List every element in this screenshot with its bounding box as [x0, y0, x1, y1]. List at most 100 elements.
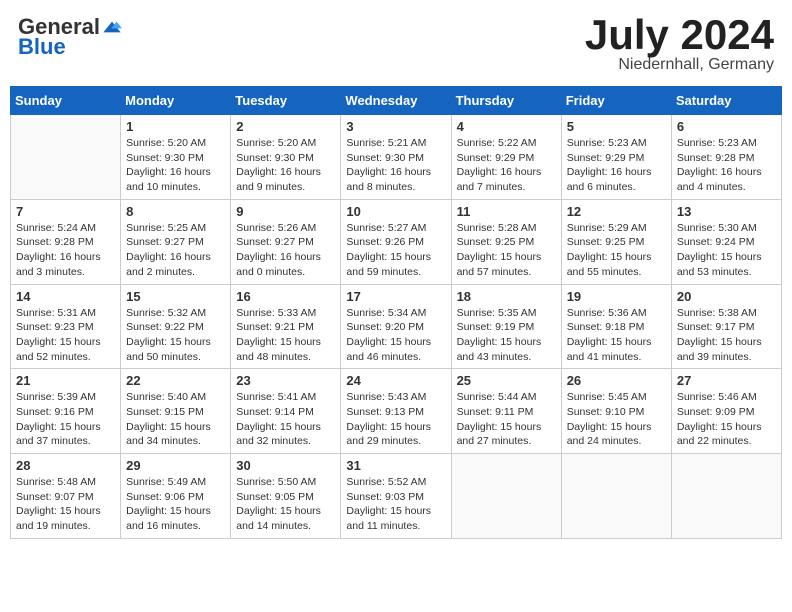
- day-number: 20: [677, 289, 776, 304]
- calendar-cell: 2 Sunrise: 5:20 AMSunset: 9:30 PMDaylight…: [231, 115, 341, 200]
- calendar-week-row: 21 Sunrise: 5:39 AMSunset: 9:16 PMDayligh…: [11, 369, 782, 454]
- day-number: 12: [567, 204, 666, 219]
- cell-info: Sunrise: 5:38 AMSunset: 9:17 PMDaylight:…: [677, 306, 776, 365]
- day-number: 7: [16, 204, 115, 219]
- cell-info: Sunrise: 5:24 AMSunset: 9:28 PMDaylight:…: [16, 221, 115, 280]
- calendar-cell: [451, 454, 561, 539]
- weekday-header-tuesday: Tuesday: [231, 87, 341, 115]
- cell-info: Sunrise: 5:20 AMSunset: 9:30 PMDaylight:…: [236, 136, 335, 195]
- weekday-header-wednesday: Wednesday: [341, 87, 451, 115]
- weekday-header-row: SundayMondayTuesdayWednesdayThursdayFrid…: [11, 87, 782, 115]
- calendar-cell: 18 Sunrise: 5:35 AMSunset: 9:19 PMDayligh…: [451, 284, 561, 369]
- calendar-cell: 31 Sunrise: 5:52 AMSunset: 9:03 PMDayligh…: [341, 454, 451, 539]
- calendar-cell: 13Sunrise: 5:30 AMSunset: 9:24 PMDayligh…: [671, 199, 781, 284]
- day-number: 17: [346, 289, 445, 304]
- day-number: 31: [346, 458, 445, 473]
- cell-info: Sunrise: 5:45 AMSunset: 9:10 PMDaylight:…: [567, 390, 666, 449]
- calendar-cell: 19Sunrise: 5:36 AMSunset: 9:18 PMDayligh…: [561, 284, 671, 369]
- calendar-week-row: 28 Sunrise: 5:48 AMSunset: 9:07 PMDayligh…: [11, 454, 782, 539]
- cell-info: Sunrise: 5:50 AMSunset: 9:05 PMDaylight:…: [236, 475, 335, 534]
- calendar-cell: 14Sunrise: 5:31 AMSunset: 9:23 PMDayligh…: [11, 284, 121, 369]
- day-number: 28: [16, 458, 115, 473]
- cell-info: Sunrise: 5:29 AMSunset: 9:25 PMDaylight:…: [567, 221, 666, 280]
- calendar-cell: 3 Sunrise: 5:21 AMSunset: 9:30 PMDaylight…: [341, 115, 451, 200]
- cell-info: Sunrise: 5:44 AMSunset: 9:11 PMDaylight:…: [457, 390, 556, 449]
- day-number: 18: [457, 289, 556, 304]
- calendar-cell: 24 Sunrise: 5:43 AMSunset: 9:13 PMDayligh…: [341, 369, 451, 454]
- calendar-cell: 16 Sunrise: 5:33 AMSunset: 9:21 PMDayligh…: [231, 284, 341, 369]
- location: Niedernhall, Germany: [585, 56, 774, 74]
- calendar-week-row: 1 Sunrise: 5:20 AMSunset: 9:30 PMDaylight…: [11, 115, 782, 200]
- day-number: 8: [126, 204, 225, 219]
- cell-info: Sunrise: 5:39 AMSunset: 9:16 PMDaylight:…: [16, 390, 115, 449]
- cell-info: Sunrise: 5:35 AMSunset: 9:19 PMDaylight:…: [457, 306, 556, 365]
- day-number: 10: [346, 204, 445, 219]
- cell-info: Sunrise: 5:21 AMSunset: 9:30 PMDaylight:…: [346, 136, 445, 195]
- calendar: SundayMondayTuesdayWednesdayThursdayFrid…: [10, 86, 782, 539]
- day-number: 9: [236, 204, 335, 219]
- day-number: 24: [346, 373, 445, 388]
- cell-info: Sunrise: 5:20 AMSunset: 9:30 PMDaylight:…: [126, 136, 225, 195]
- calendar-cell: 22Sunrise: 5:40 AMSunset: 9:15 PMDayligh…: [121, 369, 231, 454]
- calendar-cell: 11 Sunrise: 5:28 AMSunset: 9:25 PMDayligh…: [451, 199, 561, 284]
- day-number: 2: [236, 119, 335, 134]
- calendar-cell: 25 Sunrise: 5:44 AMSunset: 9:11 PMDayligh…: [451, 369, 561, 454]
- cell-info: Sunrise: 5:32 AMSunset: 9:22 PMDaylight:…: [126, 306, 225, 365]
- weekday-header-thursday: Thursday: [451, 87, 561, 115]
- calendar-cell: 1 Sunrise: 5:20 AMSunset: 9:30 PMDaylight…: [121, 115, 231, 200]
- day-number: 16: [236, 289, 335, 304]
- weekday-header-friday: Friday: [561, 87, 671, 115]
- day-number: 21: [16, 373, 115, 388]
- calendar-cell: 8Sunrise: 5:25 AMSunset: 9:27 PMDaylight…: [121, 199, 231, 284]
- cell-info: Sunrise: 5:28 AMSunset: 9:25 PMDaylight:…: [457, 221, 556, 280]
- cell-info: Sunrise: 5:23 AMSunset: 9:28 PMDaylight:…: [677, 136, 776, 195]
- calendar-cell: 6 Sunrise: 5:23 AMSunset: 9:28 PMDaylight…: [671, 115, 781, 200]
- calendar-cell: 20 Sunrise: 5:38 AMSunset: 9:17 PMDayligh…: [671, 284, 781, 369]
- day-number: 25: [457, 373, 556, 388]
- day-number: 6: [677, 119, 776, 134]
- logo: General Blue: [18, 14, 122, 60]
- logo-blue-text: Blue: [18, 34, 66, 60]
- weekday-header-monday: Monday: [121, 87, 231, 115]
- calendar-cell: [671, 454, 781, 539]
- cell-info: Sunrise: 5:33 AMSunset: 9:21 PMDaylight:…: [236, 306, 335, 365]
- day-number: 13: [677, 204, 776, 219]
- calendar-cell: 7 Sunrise: 5:24 AMSunset: 9:28 PMDaylight…: [11, 199, 121, 284]
- day-number: 22: [126, 373, 225, 388]
- day-number: 23: [236, 373, 335, 388]
- month-title: July 2024: [585, 14, 774, 56]
- calendar-cell: 12 Sunrise: 5:29 AMSunset: 9:25 PMDayligh…: [561, 199, 671, 284]
- calendar-cell: 5 Sunrise: 5:23 AMSunset: 9:29 PMDaylight…: [561, 115, 671, 200]
- weekday-header-saturday: Saturday: [671, 87, 781, 115]
- calendar-cell: 21 Sunrise: 5:39 AMSunset: 9:16 PMDayligh…: [11, 369, 121, 454]
- page-header: General Blue July 2024 Niedernhall, Germ…: [10, 10, 782, 78]
- cell-info: Sunrise: 5:26 AMSunset: 9:27 PMDaylight:…: [236, 221, 335, 280]
- calendar-cell: 26 Sunrise: 5:45 AMSunset: 9:10 PMDayligh…: [561, 369, 671, 454]
- cell-info: Sunrise: 5:48 AMSunset: 9:07 PMDaylight:…: [16, 475, 115, 534]
- calendar-cell: [11, 115, 121, 200]
- cell-info: Sunrise: 5:22 AMSunset: 9:29 PMDaylight:…: [457, 136, 556, 195]
- cell-info: Sunrise: 5:27 AMSunset: 9:26 PMDaylight:…: [346, 221, 445, 280]
- cell-info: Sunrise: 5:36 AMSunset: 9:18 PMDaylight:…: [567, 306, 666, 365]
- calendar-cell: 23 Sunrise: 5:41 AMSunset: 9:14 PMDayligh…: [231, 369, 341, 454]
- calendar-cell: 27Sunrise: 5:46 AMSunset: 9:09 PMDayligh…: [671, 369, 781, 454]
- logo-icon: [102, 17, 122, 37]
- day-number: 1: [126, 119, 225, 134]
- cell-info: Sunrise: 5:43 AMSunset: 9:13 PMDaylight:…: [346, 390, 445, 449]
- day-number: 3: [346, 119, 445, 134]
- calendar-cell: 29 Sunrise: 5:49 AMSunset: 9:06 PMDayligh…: [121, 454, 231, 539]
- day-number: 11: [457, 204, 556, 219]
- calendar-cell: 9 Sunrise: 5:26 AMSunset: 9:27 PMDaylight…: [231, 199, 341, 284]
- day-number: 15: [126, 289, 225, 304]
- weekday-header-sunday: Sunday: [11, 87, 121, 115]
- day-number: 26: [567, 373, 666, 388]
- day-number: 29: [126, 458, 225, 473]
- calendar-cell: 15 Sunrise: 5:32 AMSunset: 9:22 PMDayligh…: [121, 284, 231, 369]
- day-number: 4: [457, 119, 556, 134]
- cell-info: Sunrise: 5:52 AMSunset: 9:03 PMDaylight:…: [346, 475, 445, 534]
- cell-info: Sunrise: 5:23 AMSunset: 9:29 PMDaylight:…: [567, 136, 666, 195]
- cell-info: Sunrise: 5:49 AMSunset: 9:06 PMDaylight:…: [126, 475, 225, 534]
- cell-info: Sunrise: 5:41 AMSunset: 9:14 PMDaylight:…: [236, 390, 335, 449]
- day-number: 5: [567, 119, 666, 134]
- day-number: 30: [236, 458, 335, 473]
